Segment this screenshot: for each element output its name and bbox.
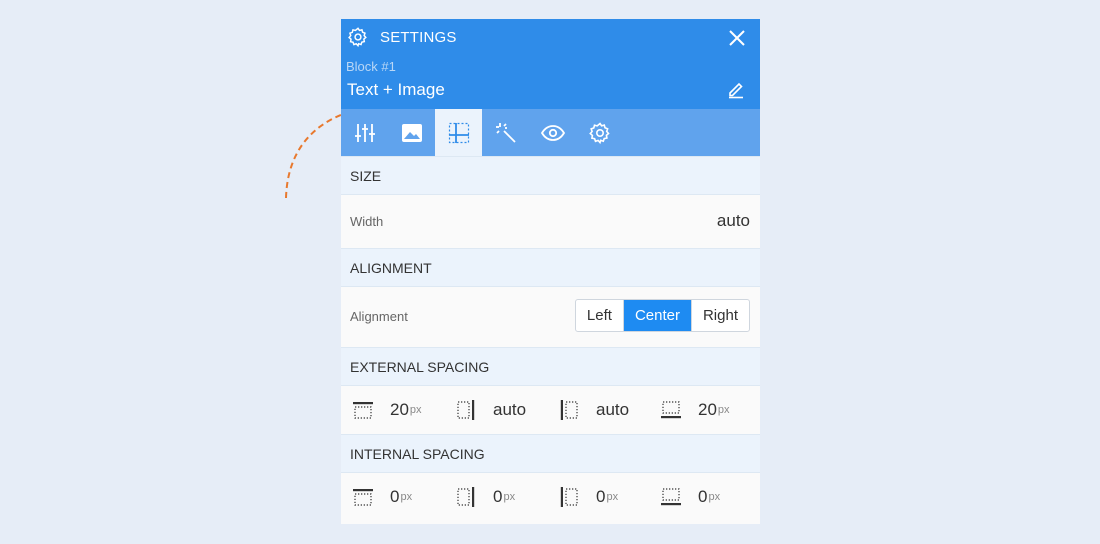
margin-right: auto — [456, 386, 527, 434]
magic-wand-icon — [495, 122, 516, 143]
eye-icon — [540, 124, 565, 141]
padding-bottom-value[interactable]: 0 — [698, 487, 707, 507]
tab-bar — [341, 109, 760, 156]
width-row: Width auto — [341, 195, 760, 248]
tab-visibility[interactable] — [529, 109, 576, 156]
align-center-button[interactable]: Center — [622, 300, 691, 331]
padding-right-value[interactable]: 0 — [493, 487, 502, 507]
margin-right-value[interactable]: auto — [493, 400, 526, 420]
sliders-icon — [354, 123, 375, 142]
pencil-icon[interactable] — [726, 79, 746, 99]
margin-left-value[interactable]: auto — [596, 400, 629, 420]
block-label: Block #1 — [346, 59, 396, 74]
margin-top: 20 px — [353, 386, 422, 434]
spacing-bottom-icon — [661, 401, 681, 419]
tab-settings[interactable] — [576, 109, 623, 156]
external-spacing-row: 20 px auto auto 20 px — [341, 386, 760, 434]
alignment-row: Alignment Left Center Right — [341, 287, 760, 347]
gear-icon — [348, 27, 367, 48]
gear-icon — [588, 121, 610, 144]
padding-left: 0 px — [559, 473, 618, 521]
spacing-right-icon — [457, 487, 475, 507]
alignment-segmented-control: Left Center Right — [574, 299, 750, 332]
section-internal-spacing: INTERNAL SPACING — [341, 434, 760, 473]
padding-left-value[interactable]: 0 — [596, 487, 605, 507]
section-external-spacing: EXTERNAL SPACING — [341, 347, 760, 386]
padding-bottom: 0 px — [661, 473, 720, 521]
spacing-left-icon — [560, 400, 578, 420]
grid-layout-icon — [448, 122, 469, 143]
panel-title: SETTINGS — [380, 29, 457, 46]
align-left-button[interactable]: Left — [576, 300, 623, 331]
tab-sliders[interactable] — [341, 109, 388, 156]
padding-top-value[interactable]: 0 — [390, 487, 399, 507]
spacing-right-icon — [457, 400, 475, 420]
close-icon[interactable] — [727, 28, 747, 48]
spacing-top-icon — [353, 489, 373, 506]
section-size: SIZE — [341, 156, 760, 195]
padding-top: 0 px — [353, 473, 412, 521]
margin-bottom-value[interactable]: 20 — [698, 400, 717, 420]
section-alignment: ALIGNMENT — [341, 248, 760, 287]
margin-left: auto — [559, 386, 630, 434]
spacing-bottom-icon — [661, 488, 681, 506]
width-value[interactable]: auto — [717, 211, 750, 231]
settings-panel: SETTINGS Block #1 Text + Image SIZE Widt… — [341, 19, 760, 524]
internal-spacing-row: 0 px 0 px 0 px 0 px — [341, 473, 760, 521]
spacing-left-icon — [560, 487, 578, 507]
alignment-label: Alignment — [350, 309, 408, 324]
tab-image[interactable] — [388, 109, 435, 156]
width-label: Width — [350, 214, 384, 229]
image-icon — [401, 123, 422, 142]
margin-bottom: 20 px — [661, 386, 730, 434]
settings-header: SETTINGS Block #1 Text + Image — [341, 19, 760, 109]
tab-effects[interactable] — [482, 109, 529, 156]
spacing-top-icon — [353, 402, 373, 419]
margin-top-value[interactable]: 20 — [390, 400, 409, 420]
tab-layout[interactable] — [435, 109, 482, 156]
block-name: Text + Image — [347, 80, 445, 99]
padding-right: 0 px — [456, 473, 515, 521]
align-right-button[interactable]: Right — [690, 300, 749, 331]
